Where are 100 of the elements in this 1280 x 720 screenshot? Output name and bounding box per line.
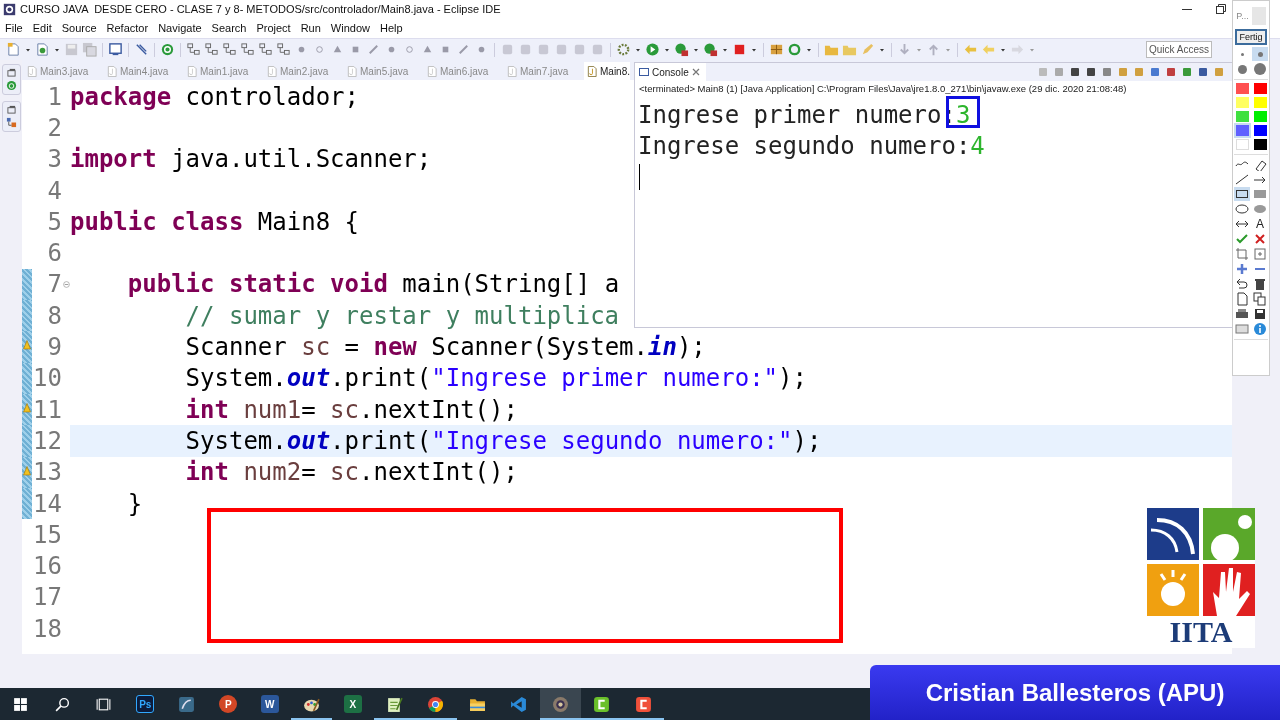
rectangle-icon[interactable] xyxy=(1234,187,1250,201)
restore-icon[interactable] xyxy=(6,68,16,77)
java-file-icon xyxy=(267,65,277,77)
menu-item[interactable]: Window xyxy=(325,22,375,34)
code-line: Scanner sc = new Scanner(System.in); xyxy=(184,333,706,361)
line-number: 3 xyxy=(46,145,62,174)
line-number: 6 xyxy=(46,239,62,268)
shape-icon[interactable] xyxy=(456,42,471,57)
word-icon[interactable]: W xyxy=(260,695,279,713)
powerpoint-icon[interactable]: P xyxy=(219,695,238,713)
line-number: 18 xyxy=(32,614,62,643)
java-file-icon xyxy=(507,65,517,77)
tree-icon[interactable] xyxy=(204,42,219,57)
console-status: <terminated> Main8 (1) [Java Application] C:\Program Files\Java\jre1.8.0_271\bin\javaw.exe (29 dic. 2020 21:08:48) xyxy=(638,82,1128,96)
color-swatch[interactable] xyxy=(1253,139,1267,150)
collapse-icon[interactable] xyxy=(62,280,70,288)
run-icon[interactable] xyxy=(645,42,660,57)
save-icon[interactable] xyxy=(1252,307,1268,321)
code-line: // sumar y restar y multiplica xyxy=(184,301,620,330)
cross-icon[interactable] xyxy=(1252,232,1268,246)
window-title: CURSO JAVA DESDE CERO - CLASE 7 y 8- METODOS/src/controlador/Main8.java - Eclipse IDE xyxy=(20,3,502,15)
search-icon[interactable] xyxy=(53,695,71,713)
pen-size[interactable] xyxy=(1252,47,1268,61)
console-output-text: Ingrese segundo numero: xyxy=(638,131,971,160)
menu-item[interactable]: Edit xyxy=(27,22,57,34)
color-swatch[interactable] xyxy=(1253,125,1267,136)
ellipse-icon[interactable] xyxy=(1234,202,1250,216)
check-icon[interactable] xyxy=(1234,232,1250,246)
hierarchy-icon[interactable] xyxy=(5,117,17,128)
color-swatch[interactable] xyxy=(1235,139,1249,150)
code-line: import java.util.Scanner; xyxy=(70,145,432,174)
photoshop-icon[interactable]: Ps xyxy=(136,695,155,713)
terminal-icon[interactable] xyxy=(108,42,123,57)
plus-icon[interactable] xyxy=(1234,262,1250,276)
code-line: public static void main(String[] a xyxy=(126,270,620,299)
copy-icon[interactable] xyxy=(1252,292,1268,306)
notepad-icon[interactable] xyxy=(385,695,403,713)
console-tab[interactable]: Console xyxy=(635,63,706,81)
restore-icon[interactable] xyxy=(6,105,16,114)
menu-item[interactable]: Search xyxy=(206,22,252,34)
menu-item[interactable]: Source xyxy=(56,22,102,34)
excel-icon[interactable]: X xyxy=(343,695,362,713)
color-swatch[interactable] xyxy=(1235,83,1249,94)
restore-icon[interactable] xyxy=(1216,4,1226,14)
zoom-icon[interactable] xyxy=(1252,247,1268,261)
line-number: 1 xyxy=(46,82,62,111)
code-line: package controlador; xyxy=(70,82,359,111)
gear-icon[interactable] xyxy=(616,42,631,57)
pen-size[interactable] xyxy=(1252,62,1268,76)
color-swatch[interactable] xyxy=(1235,97,1249,108)
undo-icon[interactable] xyxy=(1234,277,1250,291)
text-tool[interactable]: A xyxy=(1252,217,1268,231)
color-swatch[interactable] xyxy=(1253,111,1267,122)
line-number: 10 xyxy=(32,364,62,393)
tree-icon[interactable] xyxy=(222,42,237,57)
crop-icon[interactable] xyxy=(1234,247,1250,261)
eclipse-icon[interactable] xyxy=(551,695,569,713)
tab-label: Console xyxy=(652,66,689,78)
menu-item[interactable]: Project xyxy=(251,22,296,34)
power-icon[interactable] xyxy=(5,80,17,91)
menu-item[interactable]: File xyxy=(0,22,28,34)
color-swatch[interactable] xyxy=(1235,111,1249,122)
task-highlight[interactable] xyxy=(539,688,581,720)
color-swatch[interactable] xyxy=(1253,83,1267,94)
line-icon[interactable] xyxy=(1234,172,1250,186)
run-config-icon[interactable] xyxy=(703,42,718,57)
close-icon[interactable] xyxy=(691,68,700,76)
editor-tab[interactable]: Main8. xyxy=(584,62,630,80)
vscode-icon[interactable] xyxy=(510,695,528,713)
done-button[interactable]: Fertig xyxy=(1235,29,1267,45)
quick-access-field[interactable]: Quick Access xyxy=(1146,41,1212,58)
line-number: 12 xyxy=(32,426,62,455)
tree-icon[interactable] xyxy=(186,42,201,57)
info-icon[interactable] xyxy=(1252,322,1268,336)
menu-item[interactable]: Navigate xyxy=(153,22,207,34)
menu-item[interactable]: Run xyxy=(295,22,326,34)
debug-icon[interactable] xyxy=(160,42,175,57)
run-config-icon[interactable] xyxy=(674,42,689,57)
recorder-icon[interactable] xyxy=(634,695,652,713)
page-icon[interactable] xyxy=(1234,292,1250,306)
shape-icon[interactable] xyxy=(366,42,381,57)
tree-icon[interactable] xyxy=(240,42,255,57)
new-class-icon[interactable] xyxy=(35,42,50,57)
trash-icon[interactable] xyxy=(1252,277,1268,291)
code-line: int num2= sc.nextInt(); xyxy=(184,458,518,487)
package-icon[interactable] xyxy=(769,42,784,57)
start-icon[interactable] xyxy=(12,695,30,713)
line-number: 14 xyxy=(32,489,62,518)
menu-item[interactable]: Help xyxy=(375,22,408,34)
line-number: 16 xyxy=(32,552,62,581)
menu-item[interactable]: Refactor xyxy=(101,22,154,34)
code-line: System.out.print("Ingrese primer numero:"); xyxy=(184,364,807,393)
tree-icon[interactable] xyxy=(276,42,291,57)
color-swatch[interactable] xyxy=(1235,125,1249,136)
recorder-icon[interactable] xyxy=(593,695,611,713)
dolphin-icon[interactable] xyxy=(178,695,196,713)
color-swatch[interactable] xyxy=(1253,97,1267,108)
chrome-icon[interactable] xyxy=(427,695,445,713)
tree-icon[interactable] xyxy=(258,42,273,57)
print-icon[interactable] xyxy=(1234,307,1250,321)
